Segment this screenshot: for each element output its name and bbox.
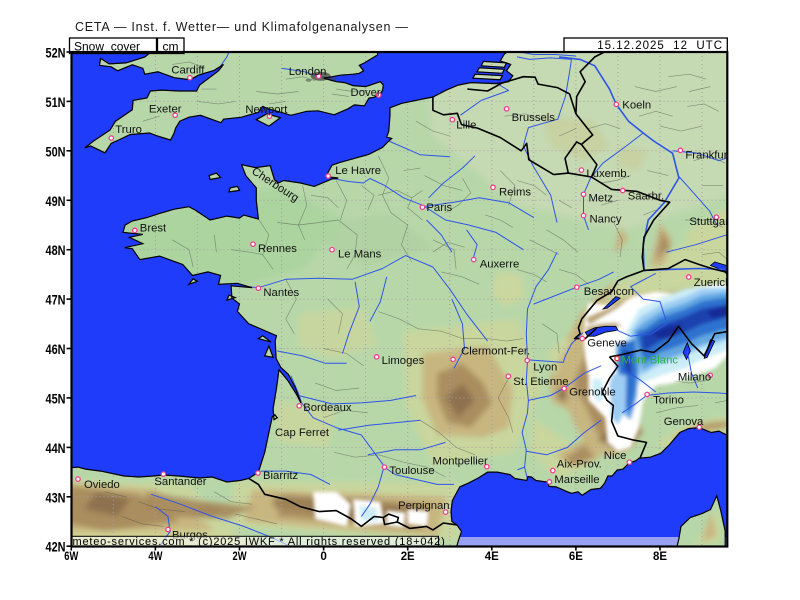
svg-text:Paris: Paris xyxy=(426,202,452,214)
svg-text:4E: 4E xyxy=(485,551,499,563)
svg-text:Brussels: Brussels xyxy=(512,112,556,124)
svg-text:Le Havre: Le Havre xyxy=(335,165,381,177)
svg-text:Santander: Santander xyxy=(154,476,206,488)
svg-text:48N: 48N xyxy=(46,243,66,258)
svg-text:Bordeaux: Bordeaux xyxy=(303,402,352,414)
svg-text:Cap Ferret: Cap Ferret xyxy=(275,427,330,439)
svg-text:Torino: Torino xyxy=(653,395,684,407)
svg-text:Limoges: Limoges xyxy=(382,355,425,367)
svg-text:51N: 51N xyxy=(46,95,66,110)
svg-text:Nice: Nice xyxy=(604,450,627,462)
svg-text:8E: 8E xyxy=(653,551,667,563)
svg-text:Perpignan: Perpignan xyxy=(398,500,450,512)
svg-text:Brest: Brest xyxy=(140,222,167,234)
svg-text:Montpellier: Montpellier xyxy=(433,456,488,468)
svg-text:Clermont-Fer.: Clermont-Fer. xyxy=(461,345,530,357)
svg-text:Mont Blanc: Mont Blanc xyxy=(622,355,679,367)
svg-text:Nantes: Nantes xyxy=(263,287,299,299)
svg-text:Le Mans: Le Mans xyxy=(338,249,382,261)
svg-text:2W: 2W xyxy=(233,551,247,563)
svg-text:Besancon: Besancon xyxy=(584,286,634,298)
svg-text:CETA — Inst. f. Wetter— und Kl: CETA — Inst. f. Wetter— und Klimafolgena… xyxy=(75,20,409,34)
svg-text:45N: 45N xyxy=(46,391,66,406)
svg-text:Newport: Newport xyxy=(245,104,288,116)
svg-text:Metz: Metz xyxy=(589,192,614,204)
svg-text:Dover: Dover xyxy=(351,87,381,99)
svg-text:Biarritz: Biarritz xyxy=(263,470,298,482)
svg-text:6W: 6W xyxy=(64,551,78,563)
svg-text:Genova: Genova xyxy=(664,416,704,428)
svg-text:Geneve: Geneve xyxy=(587,338,627,350)
svg-text:0: 0 xyxy=(320,551,327,563)
svg-text:Lille: Lille xyxy=(456,120,476,132)
svg-text:Marseille: Marseille xyxy=(554,474,599,486)
svg-text:Grenoble: Grenoble xyxy=(569,387,615,399)
svg-text:St. Etienne: St. Etienne xyxy=(513,376,568,388)
svg-text:52N: 52N xyxy=(46,46,66,61)
svg-text:47N: 47N xyxy=(46,293,66,308)
svg-text:Rennes: Rennes xyxy=(258,243,297,255)
svg-text:Luxemb.: Luxemb. xyxy=(586,168,629,180)
svg-text:Saarbr.: Saarbr. xyxy=(628,191,664,203)
svg-text:Oviedo: Oviedo xyxy=(84,479,120,491)
svg-text:50N: 50N xyxy=(46,144,66,159)
svg-text:Lyon: Lyon xyxy=(533,361,557,373)
svg-text:Milano: Milano xyxy=(678,371,711,383)
svg-text:6E: 6E xyxy=(569,551,583,563)
svg-text:Truro: Truro xyxy=(115,124,142,136)
svg-text:Exeter: Exeter xyxy=(149,103,182,115)
svg-text:London: London xyxy=(289,66,327,78)
svg-text:4W: 4W xyxy=(148,551,162,563)
svg-text:Aix-Prov.: Aix-Prov. xyxy=(557,459,602,471)
svg-text:43N: 43N xyxy=(46,490,66,505)
svg-text:Cardiff: Cardiff xyxy=(171,65,205,77)
svg-text:Koeln: Koeln xyxy=(622,99,651,111)
svg-text:15.12.2025 12 UTC: 15.12.2025 12 UTC xyxy=(597,40,723,52)
svg-text:42N: 42N xyxy=(46,540,66,555)
svg-text:Frankfurt: Frankfurt xyxy=(685,149,731,161)
svg-text:49N: 49N xyxy=(46,194,66,209)
svg-text:Nancy: Nancy xyxy=(590,214,622,226)
svg-text:46N: 46N xyxy=(46,342,66,357)
svg-text:Zuerich: Zuerich xyxy=(694,277,732,289)
svg-text:Toulouse: Toulouse xyxy=(389,465,434,477)
svg-text:2E: 2E xyxy=(401,551,415,563)
svg-text:44N: 44N xyxy=(46,441,66,456)
svg-text:Auxerre: Auxerre xyxy=(480,259,520,271)
svg-text:Reims: Reims xyxy=(499,186,531,198)
